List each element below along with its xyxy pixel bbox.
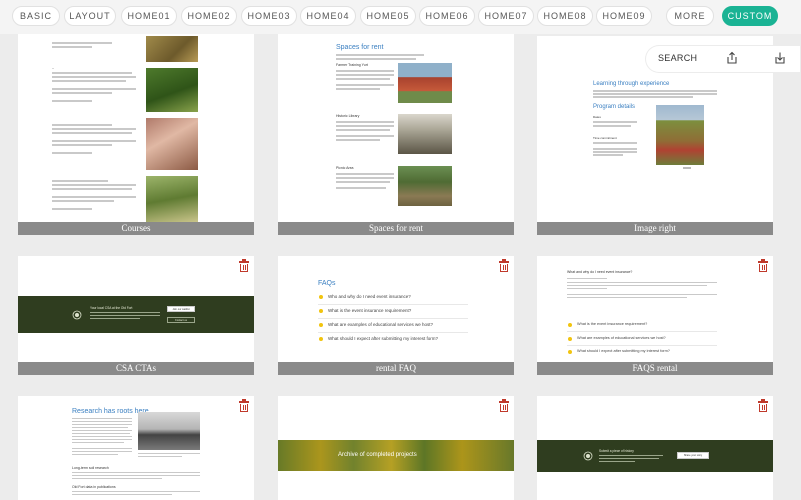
tab-custom[interactable]: CUSTOM: [722, 6, 778, 26]
faq-item[interactable]: What should I expect after submitting my…: [568, 349, 670, 354]
tab-basic[interactable]: BASIC: [12, 6, 60, 26]
tab-home08[interactable]: HOME08: [537, 6, 593, 26]
csa-band: Your local CSA at the Old Fort Join our …: [18, 296, 254, 333]
space-title: Historic Library: [336, 114, 360, 118]
faq-item[interactable]: What are examples of educational service…: [318, 322, 433, 327]
trash-icon: [758, 259, 768, 272]
faq-heading: FAQs: [318, 280, 336, 287]
faq-item[interactable]: What should I expect after submitting my…: [318, 336, 438, 341]
card-caption: CSA CTAs: [18, 362, 254, 375]
space-title: Farmer Training Yurt: [336, 63, 368, 67]
layout-tab-bar: BASIC LAYOUT HOME01 HOME02 HOME03 HOME04…: [0, 0, 801, 34]
historic-photo: [138, 412, 200, 450]
csa-title: Your local CSA at the Old Fort: [90, 306, 133, 310]
layout-card-csa-ctas[interactable]: Your local CSA at the Old Fort Join our …: [18, 256, 254, 375]
research-subheading: Old Fort data in publications: [72, 485, 116, 489]
archive-banner: Archive of completed projects: [278, 440, 514, 471]
tab-more[interactable]: MORE: [666, 6, 714, 26]
history-band: Submit a piece of history Share your sto…: [537, 440, 773, 472]
image-right-heading: Learning through experience: [593, 81, 670, 87]
space-title: Picnic Area: [336, 166, 354, 170]
faq-item[interactable]: What are examples of educational service…: [568, 336, 666, 341]
tractor-photo: [656, 105, 704, 165]
research-subheading: Long-term soil research: [72, 466, 109, 470]
delete-button[interactable]: [754, 258, 772, 276]
csa-logo-icon: [72, 310, 82, 320]
delete-button[interactable]: [495, 258, 513, 276]
search-button[interactable]: SEARCH: [658, 53, 697, 63]
program-details-heading: Program details: [593, 104, 636, 110]
layout-card-spaces-for-rent[interactable]: Spaces for rent Farmer Training Yurt His…: [278, 0, 514, 235]
archive-title: Archive of completed projects: [338, 452, 417, 458]
layout-card-history[interactable]: Submit a piece of history Share your sto…: [537, 396, 773, 500]
tab-home07[interactable]: HOME07: [478, 6, 534, 26]
tab-layout[interactable]: LAYOUT: [64, 6, 116, 26]
course-photo: [146, 118, 198, 170]
faq-top-question: What and why do I need event insurance?: [567, 270, 633, 274]
card-caption: rental FAQ: [278, 362, 514, 375]
trash-icon: [499, 399, 509, 412]
tab-home09[interactable]: HOME09: [596, 6, 652, 26]
share-story-button[interactable]: Share your story: [677, 452, 709, 459]
download-icon[interactable]: [773, 51, 787, 65]
layout-card-archive[interactable]: Archive of completed projects: [278, 396, 514, 500]
trash-icon: [239, 399, 249, 412]
course-photo: [146, 68, 198, 112]
layout-card-courses[interactable]: · Courses: [18, 0, 254, 235]
trash-icon: [239, 259, 249, 272]
history-logo-icon: [583, 451, 593, 461]
card-caption: Courses: [18, 222, 254, 235]
dates-label: Dates: [593, 115, 601, 119]
tab-home04[interactable]: HOME04: [300, 6, 356, 26]
spaces-heading: Spaces for rent: [336, 44, 384, 51]
yurt-photo: [398, 63, 452, 103]
join-waitlist-button[interactable]: Join our waitlist: [167, 306, 195, 312]
share-icon[interactable]: [725, 51, 739, 65]
history-title: Submit a piece of history: [599, 449, 634, 453]
tab-home05[interactable]: HOME05: [360, 6, 416, 26]
delete-button[interactable]: [235, 258, 253, 276]
library-photo: [398, 114, 452, 154]
trash-icon: [758, 399, 768, 412]
layout-card-rental-faq[interactable]: FAQs Who and why do I need event insuran…: [278, 256, 514, 375]
faq-item[interactable]: Who and why do I need event insurance?: [319, 294, 411, 299]
preview-toolbar: SEARCH: [646, 46, 800, 72]
contact-us-button[interactable]: Contact us: [167, 317, 195, 323]
tab-home01[interactable]: HOME01: [121, 6, 177, 26]
delete-button[interactable]: [754, 398, 772, 416]
card-caption: Spaces for rent: [278, 222, 514, 235]
layout-card-faqs-rental[interactable]: What and why do I need event insurance? …: [537, 256, 773, 375]
time-commitment-label: Time commitment: [593, 136, 617, 140]
tab-home06[interactable]: HOME06: [419, 6, 475, 26]
course-photo: [146, 36, 198, 62]
delete-button[interactable]: [495, 398, 513, 416]
faq-item[interactable]: What is the event insurance requirement?: [567, 322, 647, 327]
layout-card-research[interactable]: Research has roots here Long-term soil r…: [18, 396, 254, 500]
tab-home03[interactable]: HOME03: [241, 6, 297, 26]
card-caption: FAQS rental: [537, 362, 773, 375]
delete-button[interactable]: [235, 398, 253, 416]
picnic-photo: [398, 166, 452, 206]
course-photo: [146, 176, 198, 222]
trash-icon: [499, 259, 509, 272]
faq-item[interactable]: What is the event insurance requirement?: [318, 308, 411, 313]
card-caption: Image right: [537, 222, 773, 235]
tab-home02[interactable]: HOME02: [181, 6, 237, 26]
